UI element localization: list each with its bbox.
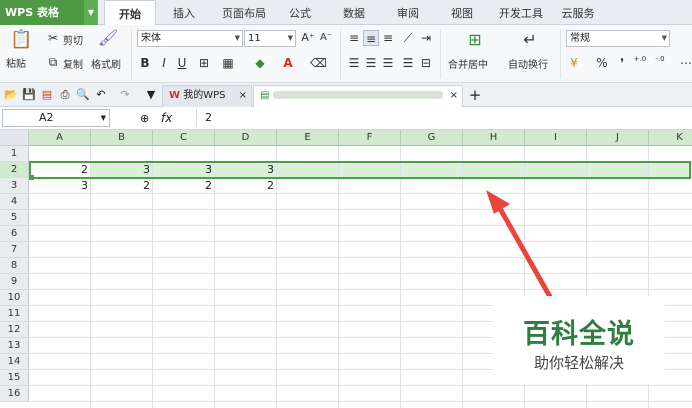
watermark-subtitle: 助你轻松解决 bbox=[533, 354, 624, 372]
watermark: 百科全说 助你轻松解决 bbox=[493, 296, 665, 384]
watermark-title: 百科全说 bbox=[523, 319, 635, 350]
arrow-shaft bbox=[495, 202, 556, 305]
wps-spreadsheet-window: WPS 表格 ▼ 开始 插入 页面布局 公式 数据 审阅 视图 开发工具 云服务… bbox=[0, 0, 692, 408]
arrow-head bbox=[486, 190, 510, 214]
